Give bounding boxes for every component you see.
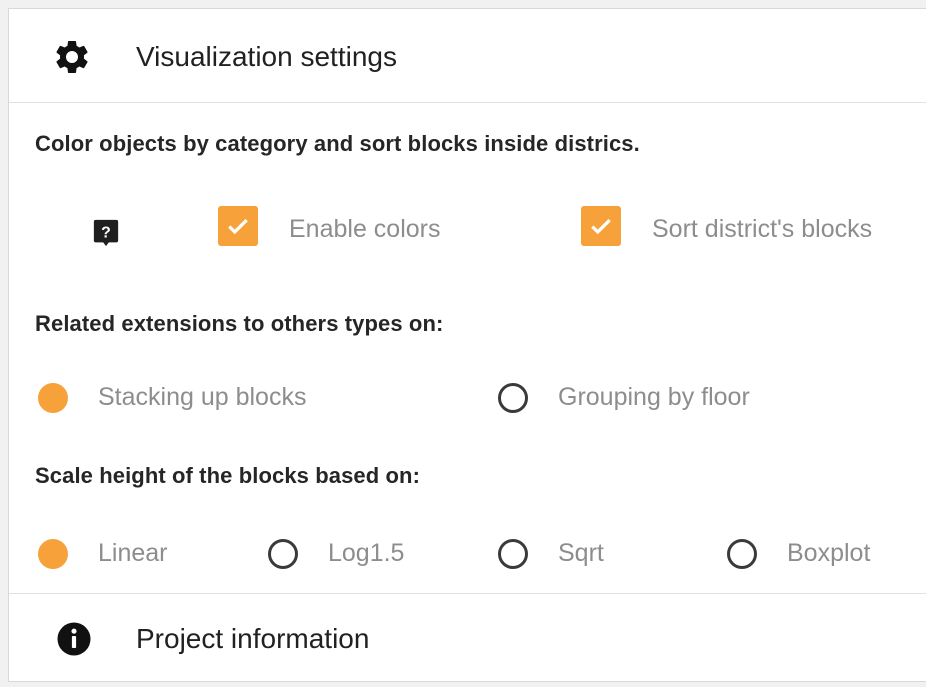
boxplot-label: Boxplot [787,539,871,567]
settings-panel: Visualization settings Color objects by … [8,8,926,682]
info-icon [57,622,91,656]
sort-blocks-label: Sort district's blocks [652,215,873,243]
check-icon [591,218,611,235]
radio-stacking-up-blocks[interactable] [38,383,68,413]
linear-label: Linear [98,539,168,567]
svg-text:?: ? [101,225,111,242]
enable-colors-label: Enable colors [289,215,441,243]
extensions-section-title: Related extensions to others types on: [35,311,444,336]
project-information-header[interactable]: Project information [136,619,369,659]
help-icon[interactable]: ? [92,219,120,247]
log1-5-label: Log1.5 [328,539,405,567]
scale-section-title: Scale height of the blocks based on: [35,463,421,488]
radio-grouping-by-floor[interactable] [498,383,528,413]
radio-boxplot[interactable] [727,539,757,569]
page-title: Visualization settings [136,41,397,72]
divider [9,593,926,594]
color-section-description: Color objects by category and sort block… [35,131,640,156]
check-icon [228,218,248,235]
gear-icon [56,40,88,73]
radio-log1-5[interactable] [268,539,298,569]
sqrt-label: Sqrt [558,539,604,567]
stacking-up-blocks-label: Stacking up blocks [98,383,307,411]
sort-blocks-checkbox[interactable] [581,206,621,246]
enable-colors-checkbox[interactable] [218,206,258,246]
radio-sqrt[interactable] [498,539,528,569]
radio-linear[interactable] [38,539,68,569]
visualization-settings-header[interactable]: Visualization settings [9,9,926,103]
grouping-by-floor-label: Grouping by floor [558,383,750,411]
